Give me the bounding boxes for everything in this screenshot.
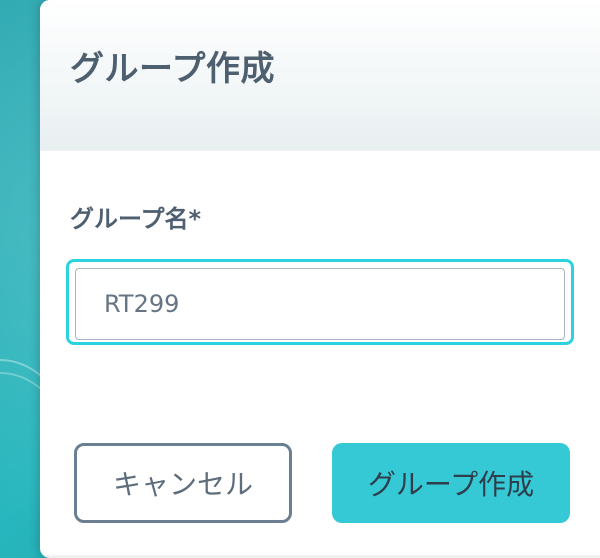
cancel-button[interactable]: キャンセル (74, 443, 292, 523)
create-group-button[interactable]: グループ作成 (332, 443, 570, 523)
dialog-body: グループ名* キャンセル グループ作成 (40, 151, 600, 558)
group-name-input[interactable] (75, 268, 565, 340)
dialog-title: グループ作成 (70, 49, 275, 89)
group-name-focus-ring (66, 259, 574, 345)
group-create-dialog: グループ作成 グループ名* キャンセル グループ作成 (40, 0, 600, 558)
dialog-header: グループ作成 (40, 0, 600, 151)
group-name-label: グループ名* (70, 205, 202, 233)
